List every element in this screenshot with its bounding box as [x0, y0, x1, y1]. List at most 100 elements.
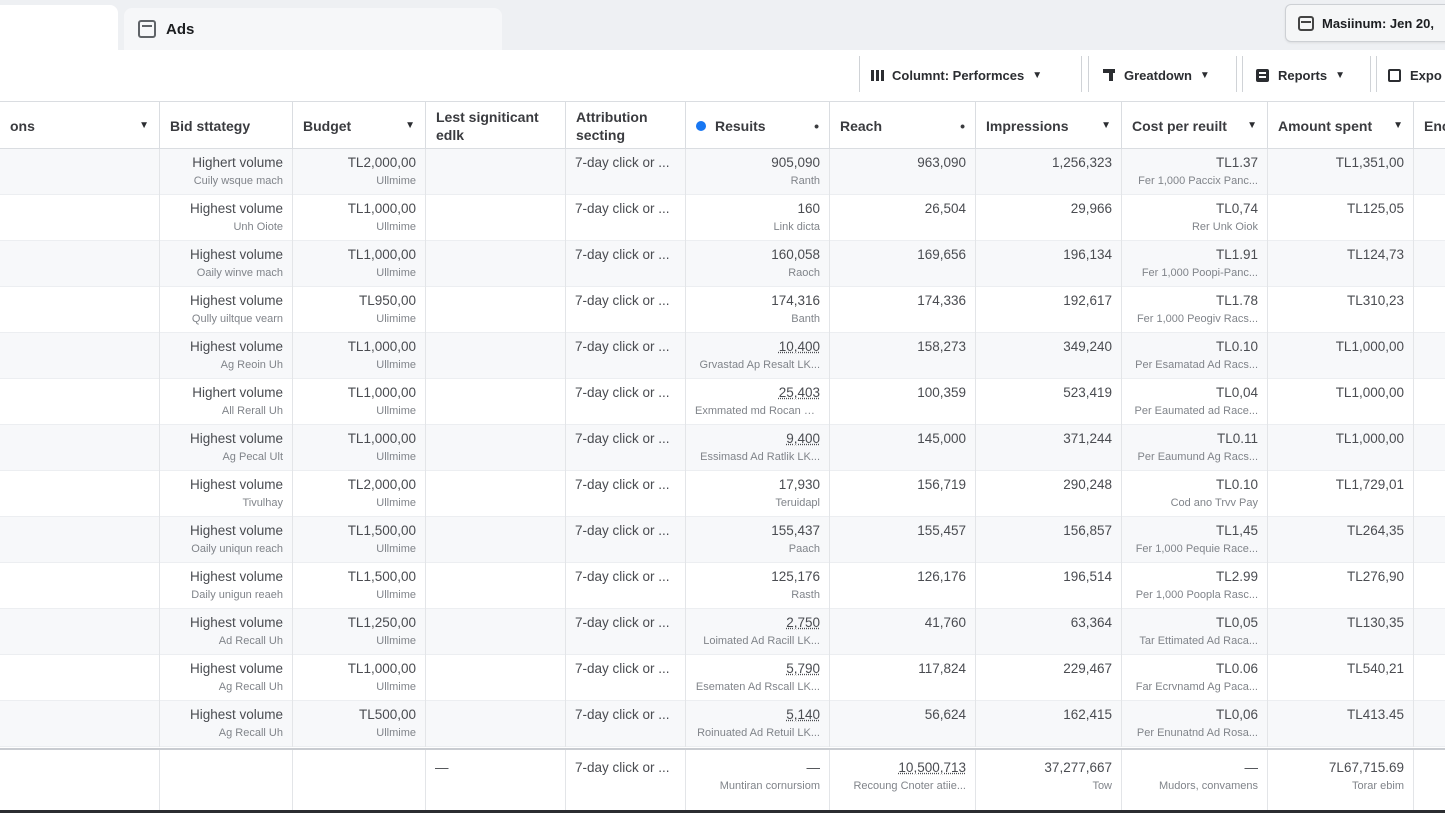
cpr-subtext: Per Eaumund Ag Racs... [1137, 451, 1258, 463]
cpr-subtext: Per Eaumated ad Race... [1134, 405, 1258, 417]
cell-spent: TL264,35 [1268, 517, 1414, 563]
calendar-icon [1298, 15, 1314, 31]
tab-ads-label: Ads [166, 20, 195, 38]
header-results[interactable]: Resuits • [686, 102, 830, 149]
header-impressions[interactable]: Impressions ▼ [976, 102, 1122, 149]
bid-value: Highest volume [189, 523, 283, 538]
cell-results: 2,750 Loimated Ad Racill LK... [686, 609, 830, 655]
budget-value: TL500,00 [358, 707, 416, 722]
attr-value: 7-day click or ... [575, 523, 670, 538]
reach-value: 41,760 [924, 615, 966, 630]
cell-edit [426, 333, 566, 379]
table-row[interactable]: Highest volume Ag Pecal Ult TL1,000,00 Ullm… [0, 425, 1445, 471]
chevron-down-icon[interactable]: ▼ [1247, 117, 1257, 135]
cell-end [1414, 655, 1445, 701]
toolbar-divider [1081, 56, 1082, 92]
cell-reach: 26,504 [830, 195, 976, 241]
reports-button[interactable]: Reports ▼ [1256, 60, 1345, 90]
cell-budget: TL1,000,00 Ullmime [293, 425, 426, 471]
toolbar: Columnt: Performces ▼ Greatdown ▼ Report… [0, 50, 1445, 100]
header-spent-label: Amount spent [1278, 117, 1373, 134]
table-row[interactable]: Highest volume Unh Oiote TL1,000,00 Ullmime… [0, 195, 1445, 241]
results-value: 17,930 [778, 477, 820, 492]
spent-value: TL1,351,00 [1335, 155, 1404, 170]
cell-col0 [0, 701, 160, 747]
spent-value: TL310,23 [1346, 293, 1404, 308]
cell-impressions: 162,415 [976, 701, 1122, 747]
results-subtext: Essimasd Ad Ratlik LK... [700, 451, 820, 463]
table-row[interactable]: Highest volume Daily unigun reaeh TL1,500,… [0, 563, 1445, 609]
totals-cell-reach: 10,500,713 Recoung Cnoter atiie... [830, 750, 976, 810]
cell-spent: TL276,90 [1268, 563, 1414, 609]
cell-edit [426, 517, 566, 563]
cell-impressions: 29,966 [976, 195, 1122, 241]
totals-cell-col0 [0, 750, 160, 810]
columns-button[interactable]: Columnt: Performces ▼ [871, 60, 1042, 90]
breakdown-button[interactable]: Greatdown ▼ [1103, 60, 1210, 90]
results-subtext: Roinuated Ad Retuil LK... [697, 727, 820, 739]
table-row[interactable]: Highest volume Ag Reoin Uh TL1,000,00 Ullmi… [0, 333, 1445, 379]
attr-value: 7-day click or ... [575, 155, 670, 170]
bid-value: Highest volume [189, 247, 283, 262]
tab-ads[interactable]: Ads [124, 8, 502, 50]
bid-value: Highest volume [189, 569, 283, 584]
bid-value: Highest volume [189, 707, 283, 722]
table-row[interactable]: Highest volume Tivulhay TL2,000,00 Ullmime 7… [0, 471, 1445, 517]
cell-cpr: TL0.10 Per Esamatad Ad Racs... [1122, 333, 1268, 379]
table-row[interactable]: Highert volume All Rerall Uh TL1,000,00 Ull… [0, 379, 1445, 425]
cell-attr: 7-day click or ... [566, 609, 686, 655]
cell-reach: 41,760 [830, 609, 976, 655]
dot-icon: • [814, 117, 819, 134]
header-bid-label: Bid sttategy [170, 117, 251, 134]
cell-spent: TL540,21 [1268, 655, 1414, 701]
cell-results: 174,316 Banth [686, 287, 830, 333]
header-last-edit[interactable]: Lest signiticant edlk [426, 102, 566, 149]
table-row[interactable]: Highest volume Oaily winve mach TL1,000,00… [0, 241, 1445, 287]
cell-attr: 7-day click or ... [566, 195, 686, 241]
totals-cpr-value: — [1244, 760, 1259, 775]
table-row[interactable]: Highest volume Ad Recall Uh TL1,250,00 Ullm… [0, 609, 1445, 655]
header-col0[interactable]: ons ▼ [0, 102, 160, 149]
chevron-down-icon[interactable]: ▼ [1101, 117, 1111, 135]
cell-results: 25,403 Exmmated md Rocan UL... [686, 379, 830, 425]
header-cost-per-result[interactable]: Cost per reuilt ▼ [1122, 102, 1268, 149]
results-subtext: Teruidapl [775, 497, 820, 509]
date-range-button[interactable]: Masiinum: Jen 20, [1285, 4, 1445, 42]
totals-edit-value: — [435, 760, 449, 775]
table-row[interactable]: Highest volume Qully uiltque vearn TL950,0… [0, 287, 1445, 333]
header-results-label: Resuits [715, 117, 766, 134]
results-subtext: Exmmated md Rocan UL... [695, 405, 820, 417]
table-row[interactable]: Highest volume Oaily uniqun reach TL1,500,… [0, 517, 1445, 563]
header-bid-strategy[interactable]: Bid sttategy [160, 102, 293, 149]
header-amount-spent[interactable]: Amount spent ▼ [1268, 102, 1414, 149]
chevron-down-icon[interactable]: ▼ [1393, 117, 1403, 135]
header-end[interactable]: Enc [1414, 102, 1445, 149]
totals-cell-results: — Muntiran cornursiom [686, 750, 830, 810]
table-row[interactable]: Highert volume Cuily wsque mach TL2,000,00… [0, 149, 1445, 195]
table-row[interactable]: Highest volume Ag Recall Uh TL500,00 Ullmim… [0, 701, 1445, 747]
cpr-value: TL0.10 [1215, 477, 1258, 492]
cell-attr: 7-day click or ... [566, 333, 686, 379]
budget-subtext: Ullmime [376, 267, 416, 279]
attr-value: 7-day click or ... [575, 201, 670, 216]
reach-value: 174,336 [917, 293, 966, 308]
table-row[interactable]: Highest volume Ag Recall Uh TL1,000,00 Ullm… [0, 655, 1445, 701]
cpr-subtext: Fer 1,000 Pequie Race... [1135, 543, 1258, 555]
cell-spent: TL1,000,00 [1268, 425, 1414, 471]
cpr-subtext: Fer 1,000 Peogiv Racs... [1136, 313, 1258, 325]
cell-edit [426, 149, 566, 195]
header-attribution[interactable]: Attribution secting [566, 102, 686, 149]
export-button[interactable]: Expo [1388, 60, 1442, 90]
header-budget[interactable]: Budget ▼ [293, 102, 426, 149]
results-subtext: Raoch [788, 267, 820, 279]
header-reach[interactable]: Reach • [830, 102, 976, 149]
chevron-down-icon[interactable]: ▼ [139, 117, 149, 135]
chevron-down-icon[interactable]: ▼ [405, 117, 415, 135]
cpr-subtext: Per Enunatnd Ad Rosa... [1136, 727, 1258, 739]
toolbar-divider [1236, 56, 1237, 92]
cell-end [1414, 517, 1445, 563]
cell-cpr: TL2.99 Per 1,000 Poopla Rasc... [1122, 563, 1268, 609]
cell-edit [426, 701, 566, 747]
totals-spent-sub: Torar ebim [1352, 780, 1404, 792]
tab-blank[interactable] [0, 5, 118, 50]
